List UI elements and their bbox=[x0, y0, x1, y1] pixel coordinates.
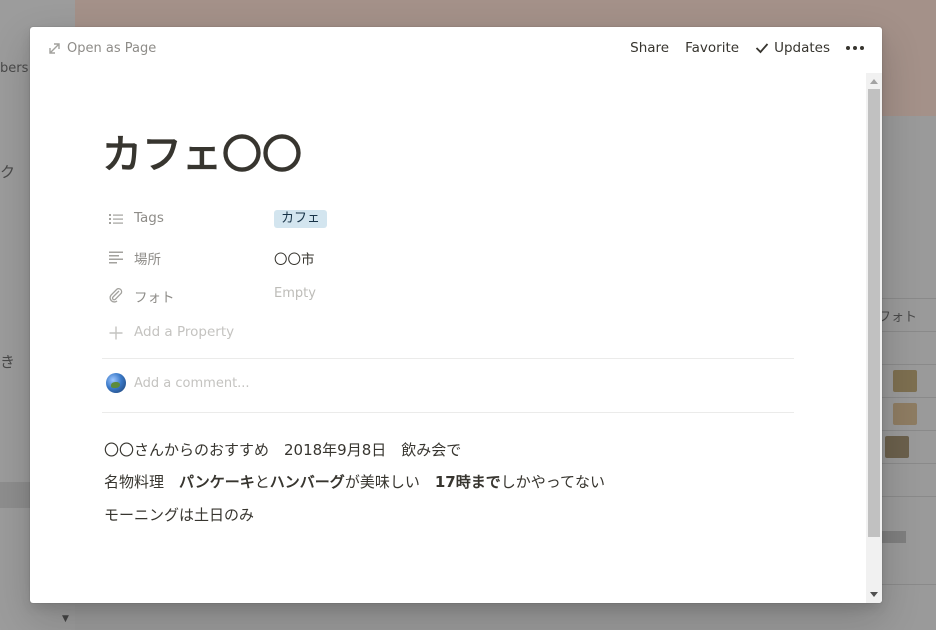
scroll-thumb[interactable] bbox=[868, 89, 880, 537]
comment-input[interactable]: Add a comment... bbox=[134, 376, 250, 391]
open-as-page-label: Open as Page bbox=[67, 41, 157, 56]
share-button[interactable]: Share bbox=[630, 40, 669, 56]
sidebar-fragment: bers bbox=[0, 61, 29, 76]
paperclip-icon bbox=[109, 288, 123, 303]
background-bar bbox=[880, 531, 906, 543]
list-icon bbox=[109, 214, 123, 224]
photo-thumbnail bbox=[893, 370, 917, 392]
property-row-location[interactable]: 場所 〇〇市 bbox=[102, 240, 794, 274]
body-text: 名物料理 bbox=[104, 473, 180, 491]
updates-label: Updates bbox=[774, 40, 830, 56]
body-text-bold: パンケーキ bbox=[179, 473, 255, 491]
favorite-button[interactable]: Favorite bbox=[685, 40, 739, 56]
property-label: フォト bbox=[134, 290, 175, 306]
more-dots-icon[interactable] bbox=[846, 46, 864, 50]
property-value-empty[interactable]: Empty bbox=[274, 286, 316, 301]
body-text-bold: ハンバーグ bbox=[269, 473, 345, 491]
updates-button[interactable]: Updates bbox=[755, 40, 830, 56]
divider bbox=[102, 358, 794, 359]
plus-icon bbox=[109, 326, 123, 340]
property-value[interactable]: 〇〇市 bbox=[274, 248, 315, 268]
page-peek-modal: Open as Page Share Favorite Updates カフェ〇… bbox=[30, 27, 882, 603]
property-value[interactable]: カフェ bbox=[274, 210, 328, 228]
property-label: 場所 bbox=[134, 252, 161, 268]
modal-topbar: Open as Page Share Favorite Updates bbox=[30, 27, 882, 72]
modal-scrollbar[interactable] bbox=[866, 73, 882, 603]
photo-thumbnail bbox=[885, 436, 909, 458]
expand-arrow-icon bbox=[49, 43, 60, 54]
page-title[interactable]: カフェ〇〇 bbox=[102, 131, 302, 179]
tag-chip: カフェ bbox=[274, 210, 328, 228]
scroll-down-arrow-icon[interactable] bbox=[870, 592, 878, 597]
divider bbox=[102, 412, 794, 413]
sidebar-fragment: き bbox=[0, 353, 16, 371]
sidebar-scroll-arrow-icon: ▼ bbox=[62, 614, 69, 624]
sidebar-fragment: ク bbox=[0, 163, 16, 181]
open-as-page-button[interactable]: Open as Page bbox=[48, 41, 156, 56]
checkmark-icon bbox=[755, 43, 769, 54]
comment-row: Add a comment... bbox=[102, 367, 794, 401]
body-text-bold: 17時まで bbox=[434, 473, 501, 491]
property-row-tags[interactable]: Tags カフェ bbox=[102, 202, 794, 236]
property-row-photo[interactable]: フォト Empty bbox=[102, 278, 794, 312]
table-column-header: フォト bbox=[878, 310, 918, 325]
property-label: Tags bbox=[134, 210, 164, 226]
add-property-label: Add a Property bbox=[134, 324, 235, 340]
avatar bbox=[106, 373, 126, 393]
topbar-actions: Share Favorite Updates bbox=[614, 40, 864, 56]
scroll-up-arrow-icon[interactable] bbox=[870, 79, 878, 84]
body-text: と bbox=[254, 473, 270, 491]
add-property-button[interactable]: Add a Property bbox=[102, 316, 794, 350]
body-text-line[interactable]: 〇〇さんからのおすすめ 2018年9月8日 飲み会で bbox=[104, 439, 461, 461]
body-text: が美味しい bbox=[344, 473, 435, 491]
body-text-line[interactable]: モーニングは土日のみ bbox=[104, 504, 254, 526]
photo-thumbnail bbox=[893, 403, 917, 425]
body-text-line[interactable]: 名物料理 パンケーキとハンバーグが美味しい 17時までしかやってない bbox=[104, 471, 605, 493]
body-text: しかやってない bbox=[500, 473, 605, 491]
text-icon bbox=[109, 251, 123, 264]
